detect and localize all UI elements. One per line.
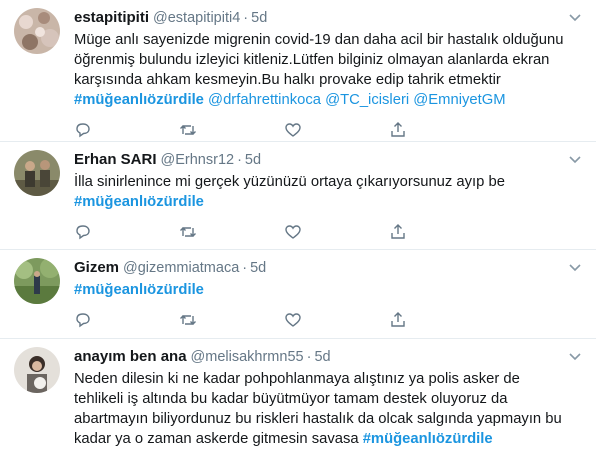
user-handle[interactable]: @Erhnsr12 <box>161 152 235 168</box>
share-button[interactable] <box>389 222 494 242</box>
avatar[interactable] <box>14 258 60 304</box>
text-line: Müge anlı sayenizde migrenin covid-19 da… <box>74 32 564 48</box>
like-icon <box>285 123 301 137</box>
chevron-down-icon[interactable] <box>568 349 582 363</box>
separator-dot: · <box>243 10 249 26</box>
reply-button[interactable] <box>74 120 179 140</box>
like-button[interactable] <box>284 120 389 140</box>
timestamp[interactable]: 5d <box>250 260 266 276</box>
display-name[interactable]: Gizem <box>74 259 119 276</box>
tweet[interactable]: Gizem @gizemmiatmaca · 5d #müğeanlıözürdile <box>0 250 596 339</box>
tweet[interactable]: anayım ben ana @melisakhrmn55 · 5d Neden di… <box>0 339 596 453</box>
retweet-button[interactable] <box>179 310 284 330</box>
share-icon <box>391 312 405 327</box>
share-button[interactable] <box>389 310 494 330</box>
tweet[interactable]: Erhan SARI @Erhnsr12 · 5d İlla sinirlenince… <box>0 142 596 250</box>
timestamp[interactable]: 5d <box>245 152 261 168</box>
hashtag-link[interactable]: #müğeanlıözürdile <box>74 92 204 108</box>
timestamp[interactable]: 5d <box>314 349 330 365</box>
chevron-down-icon[interactable] <box>568 152 582 166</box>
reply-icon <box>76 225 90 240</box>
text-line: öğrenmiş bulundu izleyici kitleniz.Lütfe… <box>74 52 550 68</box>
reply-button[interactable] <box>74 310 179 330</box>
avatar[interactable] <box>14 347 60 393</box>
tweet-text: Müge anlı sayenizde migrenin covid-19 da… <box>74 30 582 110</box>
avatar[interactable] <box>14 8 60 54</box>
retweet-icon <box>180 315 196 325</box>
text-line: abartmayın biliyordunuz bu riskleri hast… <box>74 411 562 427</box>
reply-button[interactable] <box>74 222 179 242</box>
mention-link[interactable]: @EmniyetGM <box>413 92 505 108</box>
display-name[interactable]: estapitipiti <box>74 9 149 26</box>
tweet-actions <box>74 300 494 340</box>
like-button[interactable] <box>284 310 389 330</box>
user-handle[interactable]: @gizemmiatmaca <box>123 260 239 276</box>
reply-icon <box>76 123 90 138</box>
reply-icon <box>76 313 90 328</box>
share-icon <box>391 224 405 239</box>
text-line: tehlikeli iş altında bu kadar büyütmüyor… <box>74 391 508 407</box>
text-line: İlla sinirlenince mi gerçek yüzünüzü ort… <box>74 174 505 190</box>
retweet-icon <box>180 227 196 237</box>
avatar[interactable] <box>14 150 60 196</box>
mention-link[interactable]: @drfahrettinkoca <box>208 92 321 108</box>
mention-link[interactable]: @TC_icisleri <box>325 92 409 108</box>
tweet-text: İlla sinirlenince mi gerçek yüzünüzü ort… <box>74 172 582 212</box>
hashtag-link[interactable]: #müğeanlıözürdile <box>74 282 204 298</box>
tweet-text: #müğeanlıözürdile <box>74 280 582 300</box>
timestamp[interactable]: 5d <box>251 10 267 26</box>
display-name[interactable]: anayım ben ana <box>74 348 187 365</box>
chevron-down-icon[interactable] <box>568 260 582 274</box>
hashtag-link[interactable]: #müğeanlıözürdile <box>363 431 493 447</box>
tweet-header: anayım ben ana @melisakhrmn55 · 5d <box>74 347 582 367</box>
user-handle[interactable]: @melisakhrmn55 <box>191 349 304 365</box>
separator-dot: · <box>237 152 242 168</box>
retweet-icon <box>180 125 196 135</box>
retweet-button[interactable] <box>179 120 284 140</box>
like-icon <box>285 225 301 239</box>
hashtag-link[interactable]: #müğeanlıözürdile <box>74 194 204 210</box>
tweet-header: estapitipiti @estapitipiti4 · 5d <box>74 8 582 28</box>
tweet-header: Erhan SARI @Erhnsr12 · 5d <box>74 150 582 170</box>
user-handle[interactable]: @estapitipiti4 <box>153 10 240 26</box>
text-line: kadar ya o zaman askerde gitmesin savasa <box>74 431 359 447</box>
tweet-text: Neden dilesin ki ne kadar pohpohlanmaya … <box>74 369 582 449</box>
retweet-button[interactable] <box>179 222 284 242</box>
chevron-down-icon[interactable] <box>568 10 582 24</box>
text-line: Neden dilesin ki ne kadar pohpohlanmaya … <box>74 371 520 387</box>
tweet-actions <box>74 212 494 252</box>
display-name[interactable]: Erhan SARI <box>74 151 157 168</box>
share-button[interactable] <box>389 120 494 140</box>
like-button[interactable] <box>284 222 389 242</box>
tweet[interactable]: estapitipiti @estapitipiti4 · 5d Müge anlı … <box>0 0 596 142</box>
separator-dot: · <box>242 260 248 276</box>
separator-dot: · <box>306 349 312 365</box>
like-icon <box>285 313 301 327</box>
share-icon <box>391 122 405 137</box>
text-line: karşısında ahkam kesmeyin.Bu halkı prova… <box>74 72 501 88</box>
tweet-header: Gizem @gizemmiatmaca · 5d <box>74 258 582 278</box>
